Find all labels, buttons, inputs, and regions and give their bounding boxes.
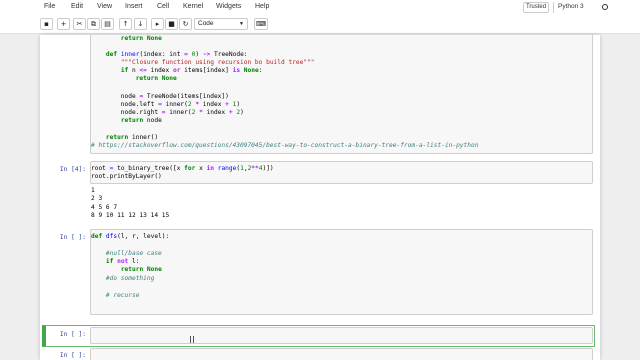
menu-kernel[interactable]: Kernel xyxy=(183,3,203,10)
menu-help[interactable]: Help xyxy=(255,3,269,10)
save-icon[interactable]: ▪ xyxy=(40,18,53,30)
code-line: # recurse xyxy=(105,292,140,299)
menu-view[interactable]: View xyxy=(97,3,112,10)
menu-file[interactable]: File xyxy=(44,3,55,10)
code-line: # https://stackoverflow.com/questions/43… xyxy=(91,142,479,149)
cell-prompt: In [4]: xyxy=(59,166,86,173)
code-line: def inner(index: int = 0) -> TreeNode: xyxy=(105,51,248,58)
run-icon[interactable]: ▸ xyxy=(151,18,164,30)
interrupt-icon[interactable]: ■ xyxy=(165,18,178,30)
code-line: #null/base case xyxy=(105,250,162,257)
kernel-name: Python 3 xyxy=(553,2,601,13)
notebook: return None def inner(index: int = 0) ->… xyxy=(40,35,600,360)
menu-insert[interactable]: Insert xyxy=(125,3,143,10)
cell-prompt: In [ ]: xyxy=(59,331,86,338)
move-up-icon[interactable]: ↑ xyxy=(119,18,132,30)
command-palette-icon[interactable]: ⌨ xyxy=(254,18,268,30)
code-line: #do something xyxy=(105,275,155,282)
code-line: if n <= index or items[index] is None: xyxy=(120,67,263,74)
menu-edit[interactable]: Edit xyxy=(71,3,83,10)
text-cursor-icon xyxy=(190,336,194,343)
code-line: return inner() xyxy=(105,134,159,141)
restart-icon[interactable]: ↻ xyxy=(179,18,192,30)
menu-widgets[interactable]: Widgets xyxy=(216,3,241,10)
output-line: 1 xyxy=(91,187,95,194)
cell-type-select[interactable]: Code ▼ xyxy=(194,18,248,30)
code-line: root.printByLayer() xyxy=(91,173,162,180)
trusted-indicator[interactable]: Trusted xyxy=(523,2,549,13)
code-line: return None xyxy=(91,35,162,42)
cut-icon[interactable]: ✂ xyxy=(73,18,86,30)
code-line: if not l: xyxy=(105,258,140,265)
code-line: node = TreeNode(items[index]) xyxy=(91,93,229,100)
output-line: 8 9 10 11 12 13 14 15 xyxy=(91,212,170,219)
code-line: def dfs(l, r, level): xyxy=(91,233,170,240)
code-cell-editor[interactable] xyxy=(90,348,593,360)
kernel-status-icon xyxy=(602,4,608,10)
code-cell-editor[interactable] xyxy=(90,327,593,344)
chevron-down-icon: ▼ xyxy=(239,21,244,27)
code-line: return None xyxy=(120,266,162,273)
menu-cell[interactable]: Cell xyxy=(157,3,169,10)
code-line: node.right = inner(2 * index + 2) xyxy=(91,109,244,116)
menu-bar: File Edit View Insert Cell Kernel Widget… xyxy=(0,0,640,15)
code-line: return None xyxy=(135,75,177,82)
output-line: 4 5 6 7 xyxy=(91,204,118,211)
code-line: return node xyxy=(120,117,162,124)
paste-icon[interactable]: ▤ xyxy=(101,18,114,30)
code-line: root = to_binary_tree([x for x in range(… xyxy=(91,165,274,172)
cell-prompt: In [ ]: xyxy=(59,234,86,241)
move-down-icon[interactable]: ↓ xyxy=(134,18,147,30)
cell-prompt: In [ ]: xyxy=(59,352,86,359)
copy-icon[interactable]: ⧉ xyxy=(87,18,100,30)
code-line: node.left = inner(2 * index + 1) xyxy=(91,101,241,108)
output-line: 2 3 xyxy=(91,195,103,202)
insert-cell-icon[interactable]: + xyxy=(57,18,70,30)
code-line: """Closure function using recursion bo b… xyxy=(120,59,315,66)
toolbar: ▪ + ✂ ⧉ ▤ ↑ ↓ ▸ ■ ↻ Code ▼ ⌨ xyxy=(0,15,640,34)
code-cell-editor[interactable] xyxy=(90,229,593,315)
